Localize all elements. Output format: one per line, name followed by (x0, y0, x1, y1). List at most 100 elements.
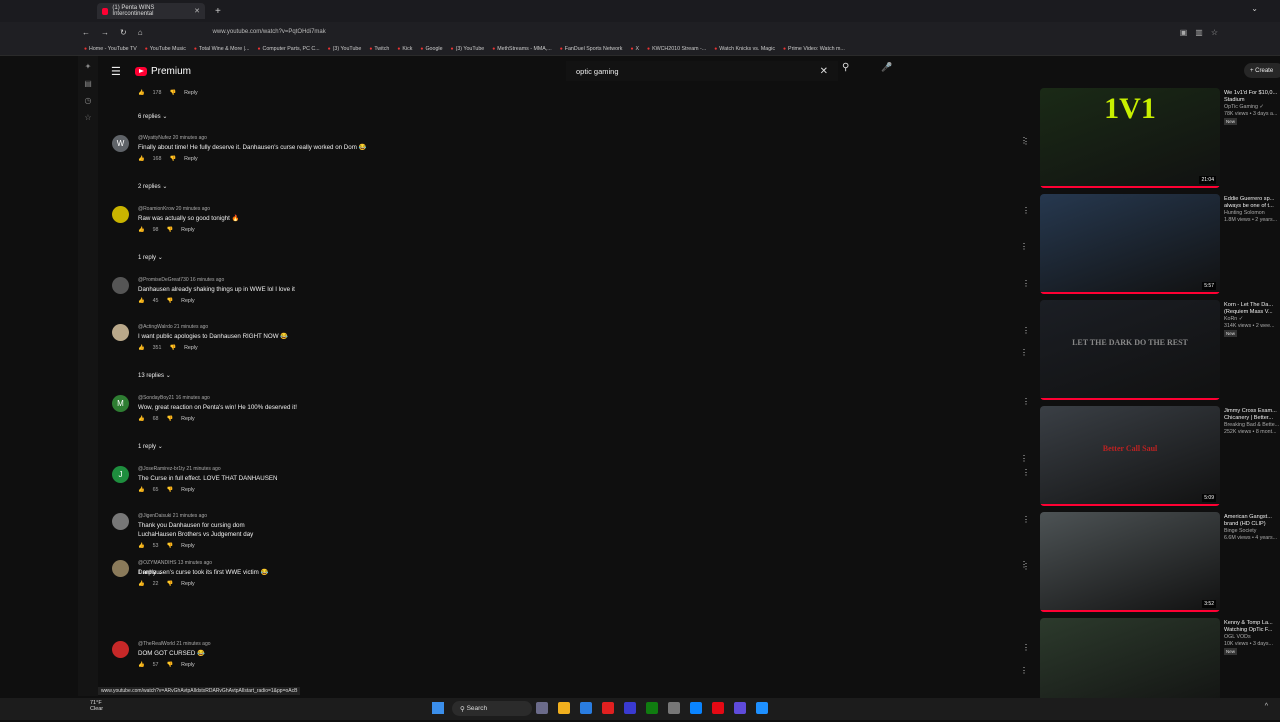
bookmark-item[interactable]: Kick (397, 46, 412, 52)
avatar[interactable] (112, 324, 129, 341)
like-icon[interactable]: 👍 (138, 662, 145, 668)
like-icon[interactable]: 👍 (138, 543, 145, 549)
bookmark-item[interactable]: MethStreams - MMA,... (492, 46, 551, 52)
avatar[interactable]: W (112, 135, 129, 152)
reply-button[interactable]: Reply (181, 543, 195, 549)
bookmark-item[interactable]: Watch Knicks vs. Magic (714, 46, 775, 52)
taskbar-search[interactable]: ⚲ Search (452, 701, 532, 716)
more-actions-icon[interactable]: ⋮ (1022, 468, 1030, 477)
dislike-icon[interactable]: 👎 (167, 298, 174, 304)
widgets-icon[interactable] (536, 702, 548, 714)
bookmark-item[interactable]: FanDuel Sports Network (560, 46, 623, 52)
reply-button[interactable]: Reply (184, 156, 198, 162)
comment-author[interactable]: @SondayBoy21 16 minutes ago (138, 395, 498, 401)
comment-author[interactable]: @JigenDaisuki 21 minutes ago (138, 513, 498, 519)
bookmark-item[interactable]: Home - YouTube TV (84, 46, 137, 52)
search-icon[interactable]: ⚲ (842, 62, 849, 73)
video-channel[interactable]: Hunting Solomon (1224, 210, 1280, 217)
avatar[interactable] (112, 560, 129, 577)
more-actions-icon[interactable]: ⋮ (1022, 515, 1030, 524)
bookmark-item[interactable]: (3) YouTube (328, 46, 362, 52)
dislike-icon[interactable]: 👎 (167, 487, 174, 493)
video-thumbnail[interactable]: 3:52 (1040, 512, 1220, 612)
favorites-icon[interactable]: ☆ (84, 113, 91, 122)
dislike-icon[interactable]: 👎 (169, 90, 176, 96)
dislike-icon[interactable]: 👎 (167, 543, 174, 549)
like-icon[interactable]: 👍 (138, 227, 145, 233)
comment-author[interactable]: @RoamionKrow 20 minutes ago (138, 206, 498, 212)
reply-button[interactable]: Reply (181, 581, 195, 587)
like-icon[interactable]: 👍 (138, 298, 145, 304)
reply-button[interactable]: Reply (181, 416, 195, 422)
back-icon[interactable]: ← (82, 28, 90, 37)
bookmark-item[interactable]: (3) YouTube (451, 46, 485, 52)
bookmark-item[interactable]: Google (420, 46, 442, 52)
microphone-icon[interactable]: 🎤 (881, 62, 892, 73)
browser-tab[interactable]: (1) Penta WINS Intercontinental ✕ (97, 3, 205, 19)
related-video[interactable]: LET THE DARK DO THE REST Korn - Let The … (1020, 300, 1280, 404)
xbox-icon[interactable] (646, 702, 658, 714)
more-actions-icon[interactable]: ⋮ (1020, 348, 1028, 357)
more-actions-icon[interactable]: ⋮ (1022, 643, 1030, 652)
video-title[interactable]: Jimmy Cross Exam... (1224, 408, 1280, 415)
reply-button[interactable]: Reply (181, 662, 195, 668)
mail-icon[interactable] (690, 702, 702, 714)
create-button[interactable]: + Create (1244, 63, 1280, 78)
discord-icon[interactable] (624, 702, 636, 714)
video-channel[interactable]: OpTic Gaming ✓ (1224, 104, 1280, 111)
video-thumbnail[interactable]: Better Call Saul 5:09 (1040, 406, 1220, 506)
video-title[interactable]: Eddie Guerrero sp... (1224, 196, 1280, 203)
address-input[interactable]: www.youtube.com/watch?v=PqtOHdi7mak (213, 29, 326, 35)
tab-list-chevron-icon[interactable]: ⌄ (1251, 4, 1258, 13)
avatar[interactable] (112, 513, 129, 530)
dislike-icon[interactable]: 👎 (169, 156, 176, 162)
more-actions-icon[interactable]: ⋮ (1022, 279, 1030, 288)
settings-icon[interactable] (668, 702, 680, 714)
video-thumbnail[interactable]: 1V1 21:04 (1040, 88, 1220, 188)
collections-icon[interactable]: ▤ (84, 79, 92, 88)
bookmark-item[interactable]: Computer Parts, PC C... (257, 46, 320, 52)
weather-widget[interactable]: 71°F Clear (90, 700, 103, 712)
like-icon[interactable]: 👍 (138, 90, 145, 96)
tab-close-icon[interactable]: ✕ (194, 7, 200, 15)
comment-author[interactable]: @TheRealWorld 21 minutes ago (138, 641, 498, 647)
like-icon[interactable]: 👍 (138, 487, 145, 493)
store-icon[interactable] (756, 702, 768, 714)
related-video[interactable]: 1V1 21:04 We 1v1'd For $10,0... Stadium … (1020, 88, 1280, 192)
dislike-icon[interactable]: 👎 (167, 416, 174, 422)
dislike-icon[interactable]: 👎 (167, 662, 174, 668)
dislike-icon[interactable]: 👎 (167, 581, 174, 587)
new-tab-button[interactable]: + (215, 6, 221, 17)
like-icon[interactable]: 👍 (138, 345, 145, 351)
reply-button[interactable]: Reply (181, 227, 195, 233)
comment-author[interactable]: @JoseRamirez-br1ty 21 minutes ago (138, 466, 498, 472)
youtube-premium-logo[interactable]: Premium (135, 66, 191, 77)
bookmark-item[interactable]: Twitch (369, 46, 389, 52)
more-actions-icon[interactable]: ⋮ (1020, 136, 1028, 145)
more-actions-icon[interactable]: ⋮ (1020, 454, 1028, 463)
comment-author[interactable]: @WyattyNufez 20 minutes ago (138, 135, 498, 141)
more-actions-icon[interactable]: ⋮ (1022, 397, 1030, 406)
video-thumbnail[interactable]: 5:57 (1040, 194, 1220, 294)
related-video[interactable]: Better Call Saul 5:09 Jimmy Cross Exam..… (1020, 406, 1280, 510)
dislike-icon[interactable]: 👎 (167, 227, 174, 233)
like-icon[interactable]: 👍 (138, 581, 145, 587)
home-icon[interactable]: ⌂ (138, 28, 143, 37)
more-actions-icon[interactable]: ⋮ (1020, 560, 1028, 569)
youtube-app-icon[interactable] (602, 702, 614, 714)
avatar[interactable]: M (112, 395, 129, 412)
bookmark-item[interactable]: KWCH2010 Stream -... (647, 46, 706, 52)
bookmark-item[interactable]: YouTube Music (145, 46, 186, 52)
history-icon[interactable]: ◷ (85, 96, 92, 105)
video-channel[interactable]: Binge Society (1224, 528, 1280, 535)
forward-icon[interactable]: → (101, 28, 109, 37)
video-thumbnail[interactable]: LET THE DARK DO THE REST (1040, 300, 1220, 400)
related-video[interactable]: 3:52 American Gangst... brand (HD CLIP) … (1020, 512, 1280, 616)
windows-start-icon[interactable] (432, 702, 444, 714)
clear-search-icon[interactable]: ✕ (820, 66, 828, 77)
extensions-icon[interactable]: ▣ (1180, 28, 1188, 37)
search-input[interactable]: optic gaming ✕ (566, 61, 838, 81)
reply-button[interactable]: Reply (184, 90, 198, 96)
reload-icon[interactable]: ↻ (120, 28, 127, 37)
more-actions-icon[interactable]: ⋮ (1022, 326, 1030, 335)
